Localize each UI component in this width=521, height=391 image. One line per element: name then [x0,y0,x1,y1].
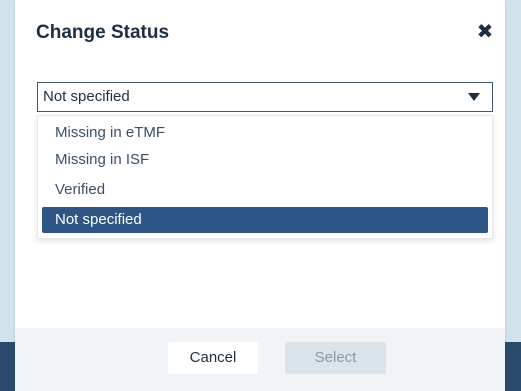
status-option-missing-in-etmf[interactable]: Missing in eTMF [42,120,488,146]
select-button[interactable]: Select [285,342,386,374]
cancel-button[interactable]: Cancel [168,342,258,374]
status-option-verified[interactable]: Verified [42,177,488,203]
status-option-not-specified[interactable]: Not specified [42,207,488,233]
status-option-missing-in-isf[interactable]: Missing in ISF [42,147,488,173]
close-icon[interactable]: ✖ [475,20,495,44]
status-select[interactable]: Not specified [37,82,493,112]
caret-down-icon [468,93,480,101]
status-dropdown-list: Missing in eTMF Missing in ISF Verified … [37,115,493,239]
dialog-footer: Cancel Select [15,328,505,391]
dialog-title: Change Status [36,22,170,43]
status-select-value: Not specified [43,88,130,105]
change-status-dialog: Change Status ✖ Not specified Missing in… [15,0,505,391]
